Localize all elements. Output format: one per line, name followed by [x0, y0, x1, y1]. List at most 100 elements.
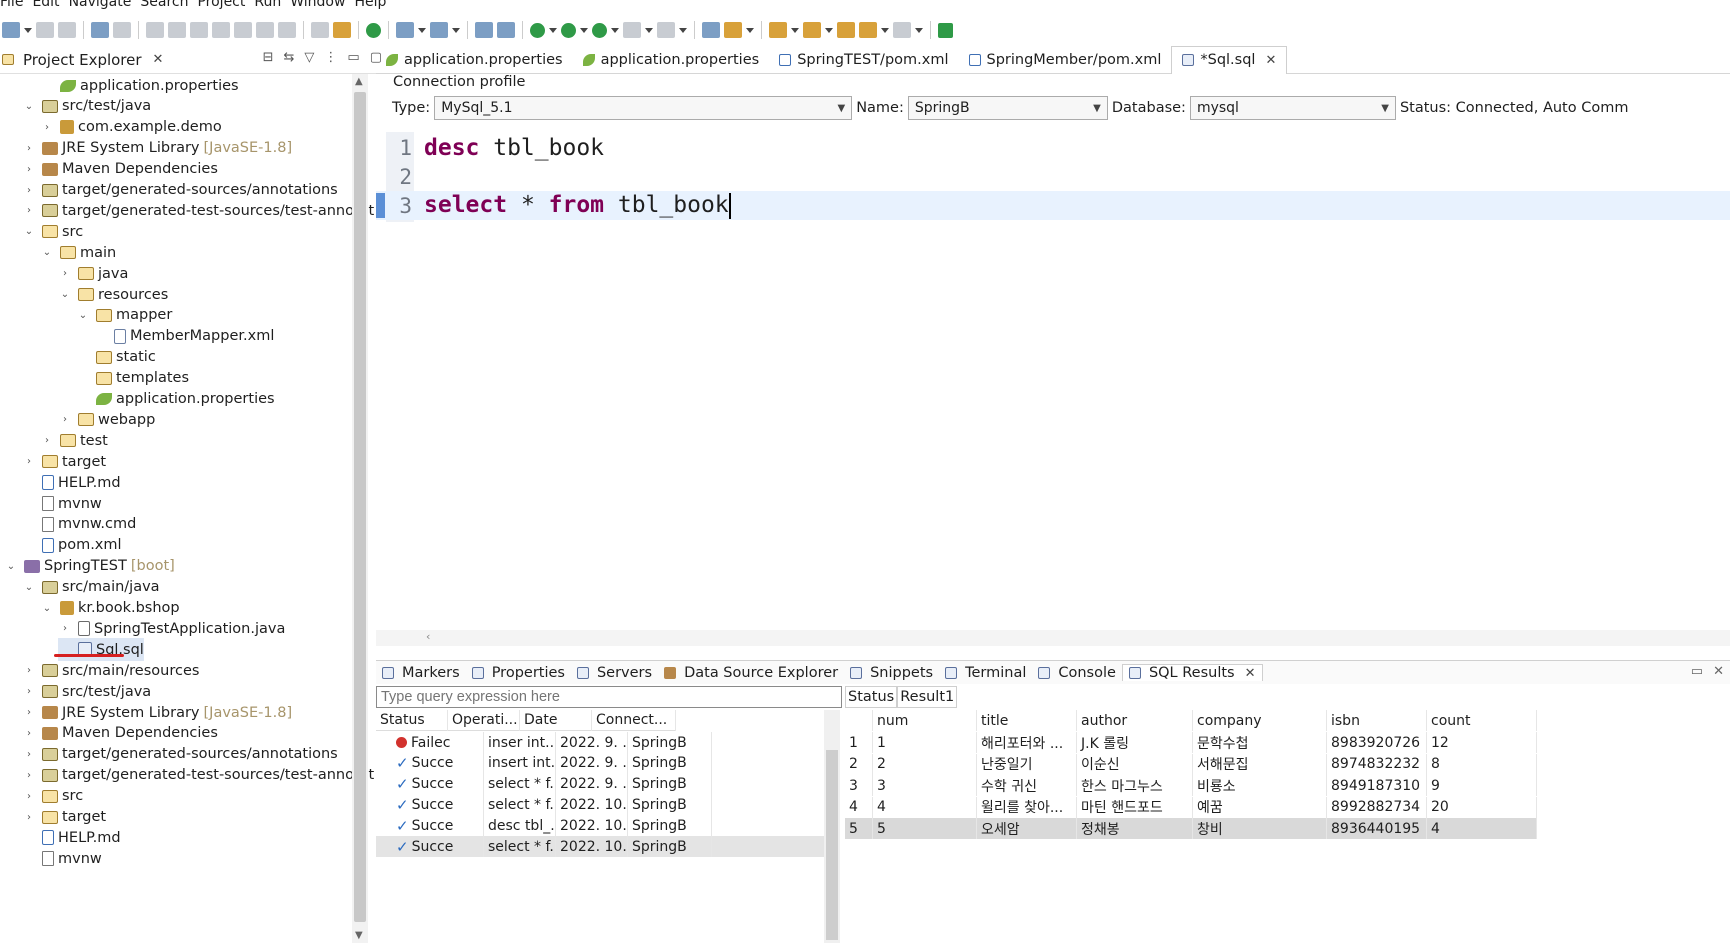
tree-item[interactable]: application.properties: [40, 74, 239, 97]
tree-item[interactable]: › Maven Dependencies: [22, 722, 218, 745]
disconnect-icon[interactable]: [212, 22, 230, 38]
result-row[interactable]: 1 1 해리포터와 ... J.K 롤링 문학수첩 8983920726 12: [845, 732, 1537, 753]
tree-item[interactable]: ⌄ mapper: [76, 304, 173, 327]
tree-item[interactable]: › test: [40, 429, 108, 452]
bottom-tab[interactable]: Servers: [571, 665, 658, 681]
result-column-header[interactable]: company: [1193, 710, 1327, 731]
step-return-icon[interactable]: [278, 22, 296, 38]
tree-item[interactable]: › src: [22, 785, 83, 808]
dropdown-icon[interactable]: [791, 26, 799, 34]
minimize-icon[interactable]: ▭: [1691, 664, 1703, 679]
new-java-project-icon[interactable]: [396, 22, 414, 38]
result-column-header[interactable]: title: [977, 710, 1077, 731]
chevron-right-icon[interactable]: ›: [58, 623, 72, 634]
bottom-tab[interactable]: SQL Results ✕: [1121, 664, 1263, 681]
scroll-left-icon[interactable]: ‹: [426, 630, 430, 643]
new-class-icon[interactable]: [430, 22, 448, 38]
run-coverage-icon[interactable]: [592, 22, 607, 38]
new-icon[interactable]: [2, 22, 20, 38]
suspend-icon[interactable]: [168, 22, 186, 38]
editor-tab[interactable]: application.properties: [376, 46, 573, 74]
chevron-right-icon[interactable]: ›: [58, 268, 72, 279]
tree-item[interactable]: › webapp: [58, 408, 155, 431]
close-icon[interactable]: ✕: [153, 52, 164, 67]
dropdown-icon[interactable]: [881, 26, 889, 34]
tree-item[interactable]: › java: [58, 262, 128, 285]
minimize-icon[interactable]: ▭: [347, 50, 359, 65]
chevron-right-icon[interactable]: ›: [22, 749, 36, 760]
history-column-header[interactable]: Date: [520, 710, 592, 731]
chevron-down-icon[interactable]: ⌄: [22, 226, 36, 237]
result-row[interactable]: 4 4 윌리를 찾아... 마틴 핸드포드 예꿈 8992882734 20: [845, 796, 1537, 818]
resume-icon[interactable]: [146, 22, 164, 38]
menu-edit[interactable]: Edit: [32, 0, 68, 14]
close-view-icon[interactable]: ✕: [1713, 664, 1724, 679]
chevron-down-icon[interactable]: ⌄: [76, 310, 90, 321]
next-annotation-icon[interactable]: [769, 22, 787, 38]
dropdown-icon[interactable]: [915, 26, 923, 34]
open-perspective-icon[interactable]: [938, 22, 953, 38]
open-task-icon[interactable]: [702, 22, 720, 38]
chevron-down-icon[interactable]: ⌄: [22, 101, 36, 112]
editor-tab[interactable]: SpringMember/pom.xml: [959, 46, 1172, 74]
chevron-right-icon[interactable]: ›: [22, 707, 36, 718]
tree-item[interactable]: › com.example.demo: [40, 116, 222, 139]
editor-tab[interactable]: SpringTEST/pom.xml: [769, 46, 958, 74]
tree-item[interactable]: application.properties: [76, 388, 275, 411]
tree-item[interactable]: ⌄ kr.book.bshop: [40, 597, 180, 620]
name-select[interactable]: SpringB ▼: [907, 96, 1108, 120]
history-row[interactable]: ✓Succeselect * f...2022. 9. ...SpringB: [376, 773, 712, 795]
web-browser-icon[interactable]: [475, 22, 493, 38]
chevron-down-icon[interactable]: ⌄: [22, 582, 36, 593]
dropdown-icon[interactable]: [580, 26, 588, 34]
tree-item[interactable]: MemberMapper.xml: [94, 325, 274, 348]
project-tree-scrollbar[interactable]: ▲ ▼: [352, 74, 368, 943]
dropdown-icon[interactable]: [645, 26, 653, 34]
history-row[interactable]: Failec inser int...2022. 9. ...SpringB: [376, 732, 712, 753]
debug-icon[interactable]: [530, 22, 545, 38]
chevron-right-icon[interactable]: ›: [22, 164, 36, 175]
search-icon[interactable]: [724, 22, 742, 38]
view-menu-icon[interactable]: ⋮: [324, 50, 337, 65]
scrollbar-thumb[interactable]: [354, 92, 366, 922]
open-type-icon[interactable]: [497, 22, 515, 38]
bottom-tab[interactable]: Snippets: [844, 665, 939, 681]
tree-item[interactable]: › target: [22, 450, 106, 473]
history-column-header[interactable]: Operati...: [448, 710, 520, 731]
dropdown-icon[interactable]: [679, 26, 687, 34]
tree-item[interactable]: HELP.md: [22, 471, 121, 494]
tree-item[interactable]: ⌄ src: [22, 220, 83, 243]
tree-item[interactable]: templates: [76, 367, 189, 390]
bottom-tab[interactable]: Console: [1032, 665, 1122, 681]
chevron-right-icon[interactable]: ›: [22, 456, 36, 467]
tree-item[interactable]: ⌄ resources: [58, 283, 168, 306]
result-row[interactable]: 2 2 난중일기 이순신 서해문집 8974832232 8: [845, 753, 1537, 775]
history-column-header[interactable]: Connect...: [592, 710, 676, 731]
dropdown-icon[interactable]: [418, 26, 426, 34]
dropdown-icon[interactable]: [24, 26, 32, 34]
result-row[interactable]: 5 5 오세암 정채봉 창비 8936440195 4: [845, 818, 1537, 840]
scroll-up-icon[interactable]: ▲: [355, 76, 363, 87]
save-all-icon[interactable]: [58, 22, 76, 38]
result-tab[interactable]: Status: [845, 686, 898, 708]
tree-item[interactable]: ⌄ src/test/java: [22, 95, 151, 118]
menu-run[interactable]: Run: [254, 0, 290, 14]
run-icon[interactable]: [561, 22, 576, 38]
scrollbar-thumb[interactable]: [826, 750, 838, 940]
use-step-filters-icon[interactable]: [333, 22, 351, 38]
terminal-icon[interactable]: [91, 22, 109, 38]
skip-breakpoints-icon[interactable]: [113, 22, 131, 38]
chevron-right-icon[interactable]: ›: [40, 435, 54, 446]
stop-icon[interactable]: [623, 22, 641, 38]
close-icon[interactable]: ✕: [1245, 666, 1256, 681]
tree-item[interactable]: › target/generated-sources/annotations: [22, 743, 338, 766]
tree-item[interactable]: mvnw.cmd: [22, 513, 136, 536]
chevron-right-icon[interactable]: ›: [22, 728, 36, 739]
chevron-right-icon[interactable]: ›: [22, 770, 36, 781]
tree-item[interactable]: › target/generated-sources/annotations: [22, 179, 338, 202]
menu-file[interactable]: File: [0, 0, 32, 14]
chevron-right-icon[interactable]: ›: [22, 686, 36, 697]
drop-to-frame-icon[interactable]: [311, 22, 329, 38]
dropdown-icon[interactable]: [611, 26, 619, 34]
tree-item[interactable]: pom.xml: [22, 534, 122, 557]
